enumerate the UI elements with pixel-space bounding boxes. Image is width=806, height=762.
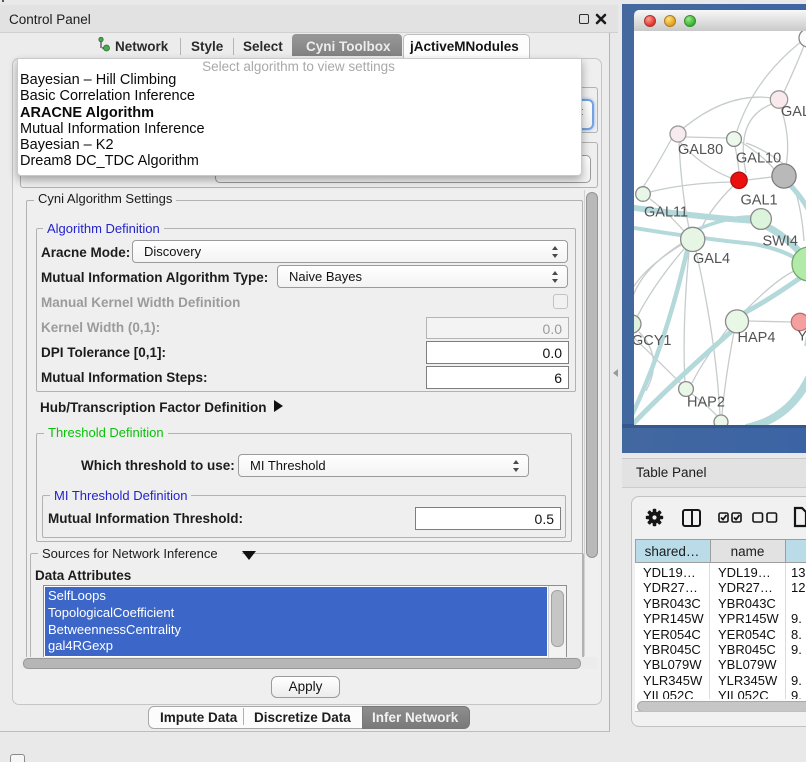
svg-text:SWI4: SWI4 xyxy=(763,234,798,250)
svg-text:GAL2: GAL2 xyxy=(781,104,806,120)
svg-text:HAP4: HAP4 xyxy=(738,330,776,346)
svg-text:GAL10: GAL10 xyxy=(736,151,781,167)
svg-text:GAL4: GAL4 xyxy=(693,251,730,267)
svg-text:GAL1: GAL1 xyxy=(741,193,778,209)
svg-text:GAL80: GAL80 xyxy=(678,142,723,158)
svg-text:YM: YM xyxy=(798,329,806,345)
svg-text:HAP2: HAP2 xyxy=(687,395,725,411)
svg-text:GCY1: GCY1 xyxy=(634,333,672,349)
svg-text:GAL11: GAL11 xyxy=(644,205,688,221)
